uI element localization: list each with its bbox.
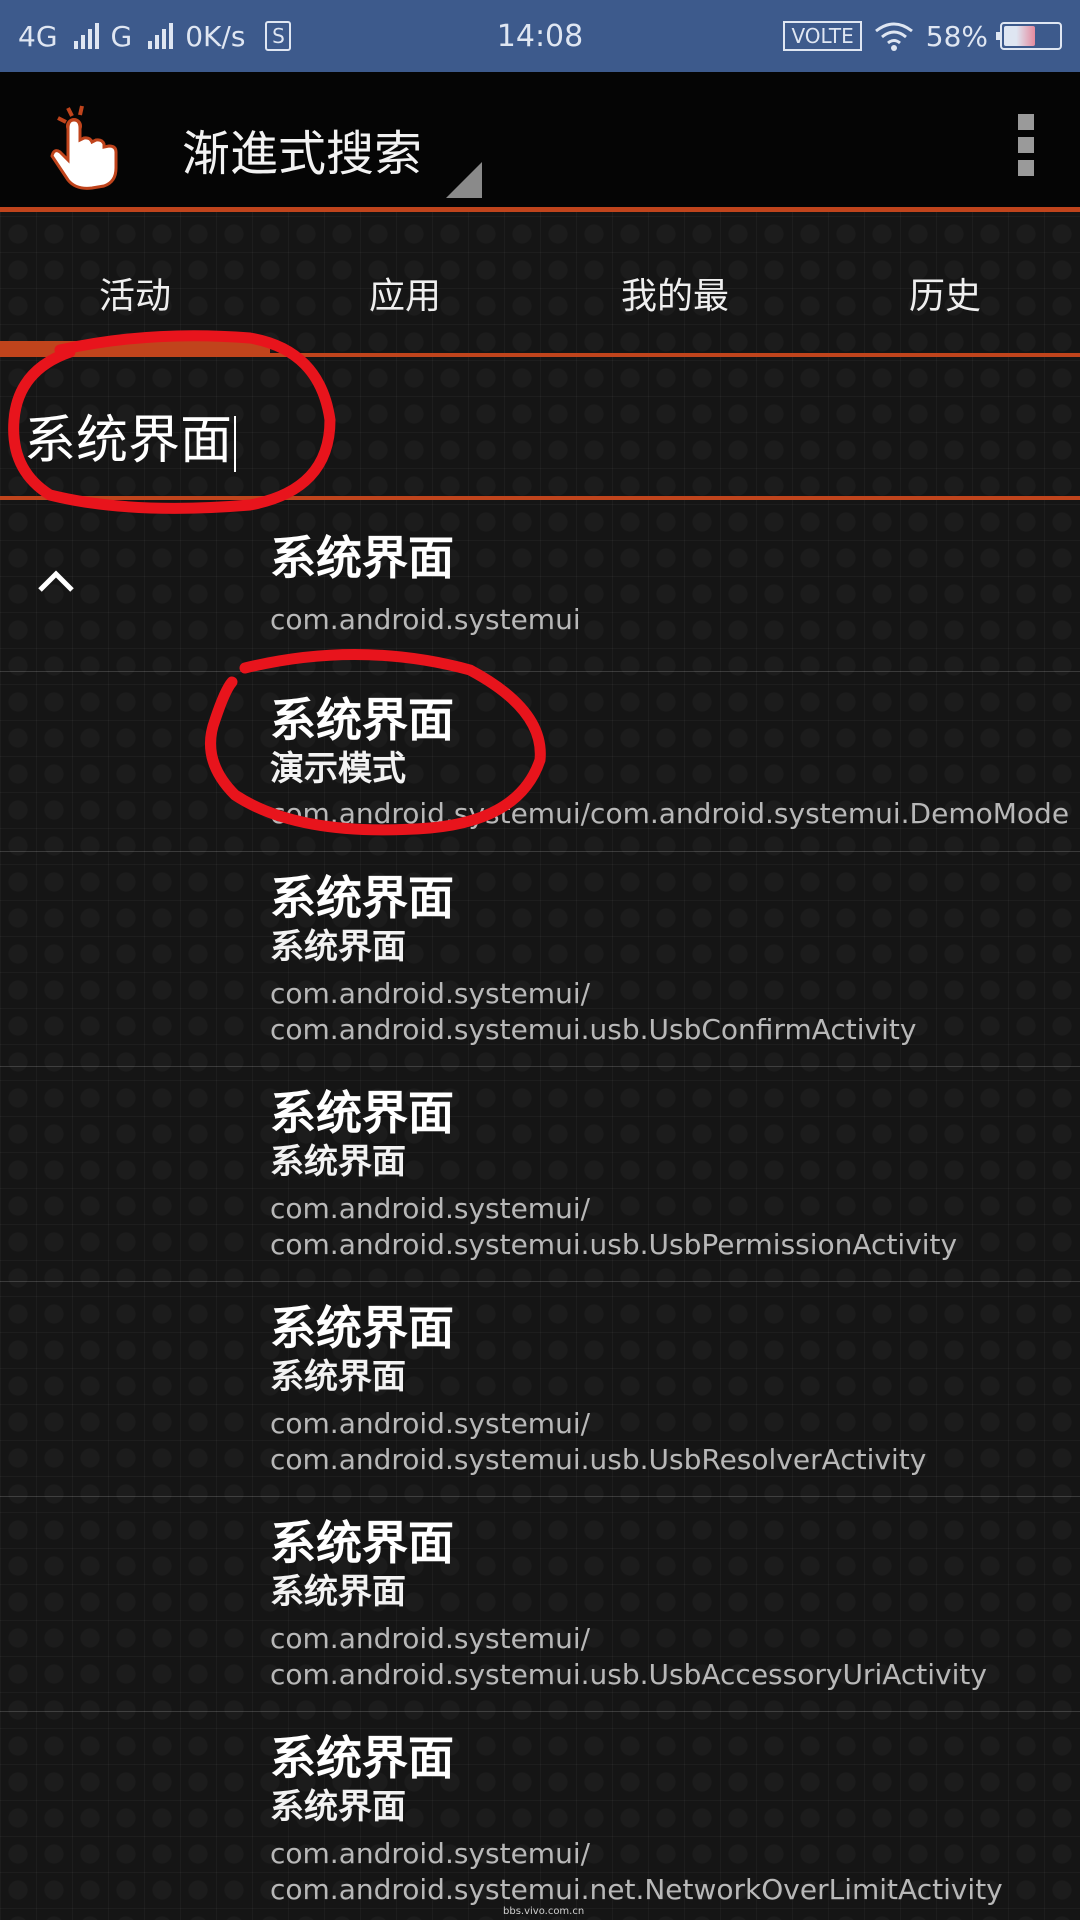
network-type-1: 4G [18,19,58,53]
item-subtitle: 演示模式 [270,749,406,789]
item-package-activity: com.android.systemui.usb.UsbPermissionAc… [270,1228,958,1261]
network-speed: 0K/s [185,19,246,53]
item-subtitle: 系统界面 [270,1787,406,1827]
list-item[interactable]: 系统界面 系统界面 com.android.systemui/ com.andr… [0,1497,1080,1712]
item-subtitle: 系统界面 [270,927,406,967]
list-item[interactable]: 系统界面 系统界面 com.android.systemui/ com.andr… [0,1067,1080,1282]
item-package: com.android.systemui/ [270,1407,591,1440]
result-list: 系统界面 com.android.systemui 系统界面 演示模式 com.… [0,504,1080,1920]
item-subtitle: 系统界面 [270,1142,406,1182]
sim-icon: S [265,21,292,51]
battery-icon [996,22,1062,50]
battery-percent: 58% [925,19,988,53]
item-package: com.android.systemui/ [270,1622,591,1655]
item-package-activity: com.android.systemui.net.NetworkOverLimi… [270,1873,1003,1906]
search-value: 系统界面 [24,411,233,471]
tab-bar: 活动 应用 我的最 历史 [0,217,1080,357]
item-title: 系统界面 [270,531,454,585]
item-package: com.android.systemui/ [270,1192,591,1225]
watermark: bbs.vivo.com.cn [503,1906,585,1917]
search-input[interactable]: 系统界面 [24,398,237,473]
status-right: VOLTE 58% [783,20,1062,53]
item-package-activity: com.android.systemui.usb.UsbConfirmActiv… [270,1013,917,1046]
item-package-activity: com.android.systemui.usb.UsbAccessoryUri… [270,1658,987,1691]
signal-strength-icon-2 [148,23,174,49]
list-item[interactable]: 系统界面 演示模式 com.android.systemui/com.andro… [0,672,1080,852]
tab-divider [0,353,1080,357]
status-bar: 4G G 0K/s S 14:08 VOLTE 58% [0,0,1080,72]
tab-favorites[interactable]: 我的最 [540,267,810,319]
list-item[interactable]: 系统界面 系统界面 com.android.systemui/ com.andr… [0,1282,1080,1497]
tab-apps[interactable]: 应用 [270,267,540,319]
app-bar: 渐進式搜索 [0,72,1080,212]
item-subtitle: 系统界面 [270,1572,406,1612]
status-left: 4G G 0K/s S [18,19,292,53]
volte-badge: VOLTE [783,21,862,51]
item-title: 系统界面 [270,1301,454,1355]
item-package-activity: com.android.systemui.usb.UsbResolverActi… [270,1443,927,1476]
list-item[interactable]: 系统界面 系统界面 com.android.systemui/ com.andr… [0,852,1080,1067]
item-package: com.android.systemui [270,603,581,636]
touch-hand-icon[interactable] [46,102,126,192]
text-caret [234,416,237,472]
item-title: 系统界面 [270,1086,454,1140]
wifi-icon [874,22,913,51]
item-title: 系统界面 [270,871,454,925]
overflow-menu-icon[interactable] [1018,114,1036,176]
network-type-2: G [110,19,133,53]
spinner-triangle-icon[interactable] [446,162,482,198]
search-field[interactable]: 系统界面 [0,360,1080,500]
item-subtitle: 系统界面 [270,1357,406,1397]
item-package: com.android.systemui/ [270,1837,591,1870]
tab-indicator [0,341,270,353]
item-package: com.android.systemui/ [270,977,591,1010]
item-title: 系统界面 [270,693,454,747]
item-title: 系统界面 [270,1516,454,1570]
app-title[interactable]: 渐進式搜索 [182,114,422,184]
signal-strength-icon [73,23,99,49]
list-item[interactable]: 系统界面 系统界面 com.android.systemui/ com.andr… [0,1712,1080,1920]
tab-history[interactable]: 历史 [810,267,1080,319]
list-item[interactable]: 系统界面 com.android.systemui [0,504,1080,672]
tab-activities[interactable]: 活动 [0,267,270,319]
item-package: com.android.systemui/com.android.systemu… [270,797,1070,830]
item-title: 系统界面 [270,1731,454,1785]
